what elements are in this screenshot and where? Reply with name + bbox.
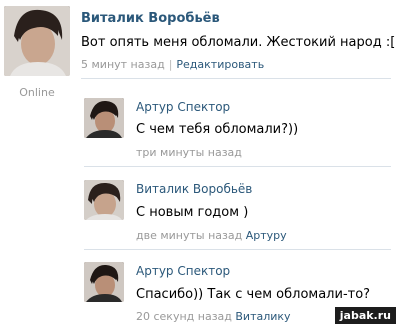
reply-time[interactable]: три минуты назад: [136, 146, 242, 159]
site-watermark: jabak.ru: [334, 307, 396, 324]
reply-avatar[interactable]: [84, 180, 124, 220]
reply-text: С новым годом ): [136, 205, 249, 220]
reply-author-name[interactable]: Артур Спектор: [136, 264, 230, 278]
reply-avatar[interactable]: [84, 262, 124, 302]
reply-text: Спасибо)) Так с чем обломали-то?: [136, 287, 371, 302]
reply-time[interactable]: две минуты назад: [136, 229, 242, 242]
reply-meta: три минуты назад: [136, 146, 242, 159]
reply-author-name[interactable]: Артур Спектор: [136, 100, 230, 114]
edit-link[interactable]: Редактировать: [176, 58, 264, 71]
post-divider: [81, 78, 391, 79]
post-text: Вот опять меня обломали. Жестокий народ …: [81, 35, 396, 50]
post-time[interactable]: 5 минут назад: [81, 58, 165, 71]
reply-divider: [84, 249, 391, 250]
online-status: Online: [19, 86, 55, 99]
reply-meta: 20 секунд назад Виталику: [136, 310, 291, 323]
reply-time[interactable]: 20 секунд назад: [136, 310, 232, 323]
reply-divider: [84, 166, 391, 167]
post-meta: 5 минут назад | Редактировать: [81, 58, 264, 71]
reply-to-link[interactable]: Артуру: [246, 229, 287, 242]
reply-to-link[interactable]: Виталику: [235, 310, 290, 323]
post-author-avatar[interactable]: [4, 6, 70, 76]
reply-text: С чем тебя обломали?)): [136, 122, 299, 137]
meta-separator: |: [168, 58, 173, 71]
reply-meta: две минуты назад Артуру: [136, 229, 287, 242]
reply-author-name[interactable]: Виталик Воробьёв: [136, 182, 252, 196]
post-author-name[interactable]: Виталик Воробьёв: [81, 11, 220, 26]
reply-avatar[interactable]: [84, 98, 124, 138]
